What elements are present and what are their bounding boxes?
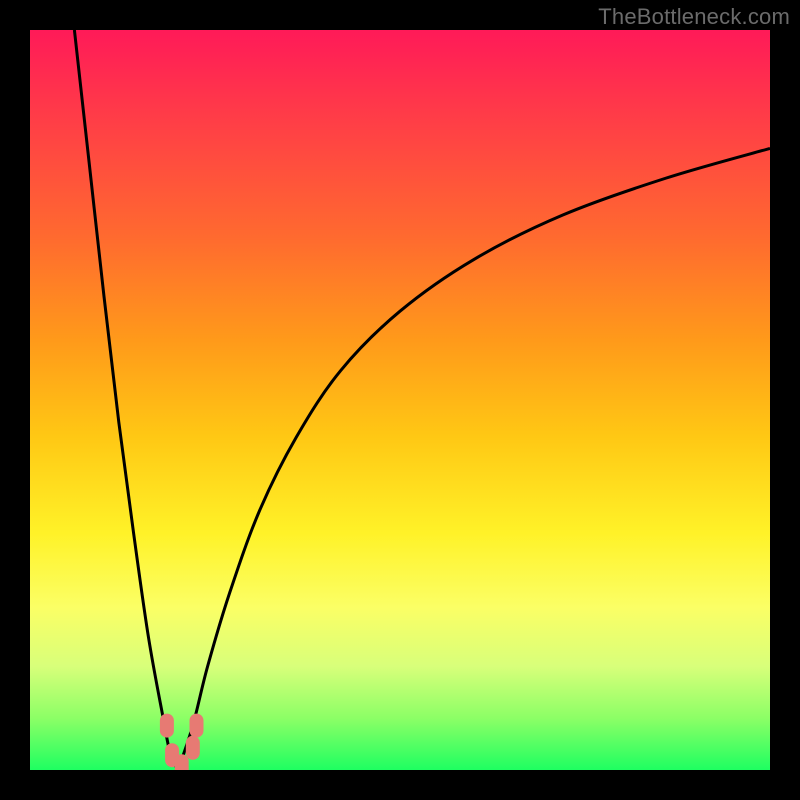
curve-left-branch (74, 30, 178, 770)
marker-dot (175, 754, 189, 770)
chart-frame: TheBottleneck.com (0, 0, 800, 800)
marker-dot (160, 714, 174, 738)
marker-dot (190, 714, 204, 738)
curve-right-branch (178, 148, 770, 770)
watermark-text: TheBottleneck.com (598, 4, 790, 30)
bottleneck-curve (30, 30, 770, 770)
marker-dot (186, 736, 200, 760)
plot-area (30, 30, 770, 770)
